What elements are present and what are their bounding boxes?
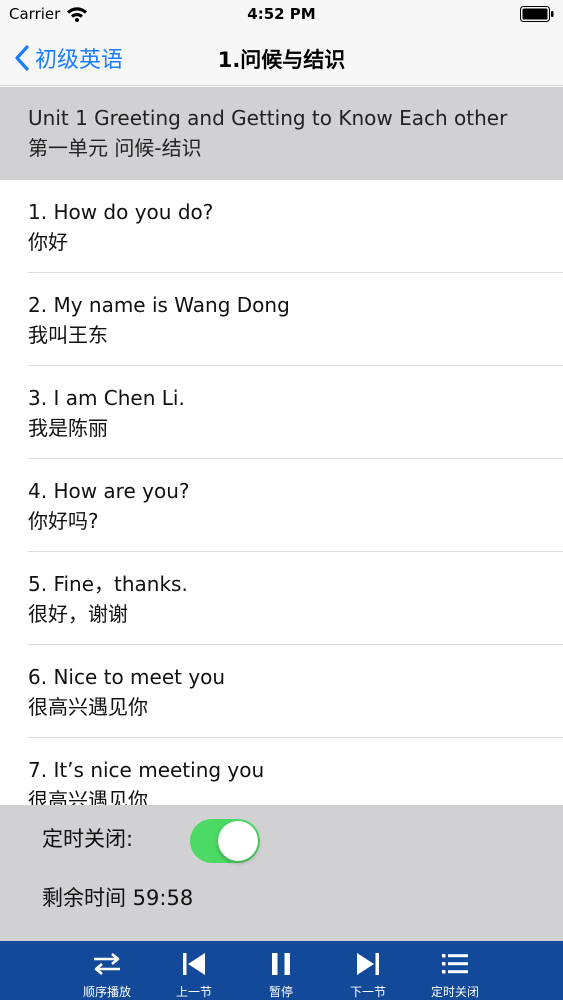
tab-label: 定时关闭 [430,985,479,999]
navigation-bar: 初级英语 1.问候与结识 [0,30,563,86]
tab-pause[interactable]: 暂停 [236,941,326,1000]
lesson-english: 1. How do you do? [28,200,214,224]
tab-label: 上一节 [175,985,212,999]
lesson-english: 6. Nice to meet you [28,665,226,689]
list-item[interactable]: 5. Fine，thanks. 很好，谢谢 [0,552,563,645]
lesson-chinese: 我是陈丽 [28,416,108,440]
lesson-english: 4. How are you? [28,479,190,503]
remaining-time: 剩余时间 59:58 [42,886,194,910]
pause-icon [272,953,290,975]
lesson-english: 3. I am Chen Li. [28,386,185,410]
list-item[interactable]: 4. How are you? 你好吗? [0,459,563,552]
lesson-chinese: 很高兴遇见你 [28,788,148,805]
tab-play-order[interactable]: 顺序播放 [62,941,152,1000]
unit-title-chinese: 第一单元 问候-结识 [28,136,202,160]
list-item[interactable]: 1. How do you do? 你好 [0,180,563,273]
list-timer-icon [442,954,468,974]
next-track-icon [357,953,379,975]
shuffle-order-icon [94,953,120,975]
tab-timer-off[interactable]: 定时关闭 [410,941,500,1000]
lesson-chinese: 很高兴遇见你 [28,695,148,719]
timer-toggle[interactable] [190,819,260,863]
tab-label: 顺序播放 [82,985,131,999]
tab-next[interactable]: 下一节 [323,941,413,1000]
timer-panel: 定时关闭: 剩余时间 59:58 [0,805,563,941]
lesson-english: 7. It’s nice meeting you [28,758,265,782]
status-time: 4:52 PM [247,5,316,23]
toggle-knob [218,821,258,861]
player-tab-bar: 顺序播放 上一节 暂停 下一节 定时关闭 [0,941,563,1000]
status-bar: Carrier 4:52 PM [0,0,563,30]
unit-title-english: Unit 1 Greeting and Getting to Know Each… [28,106,508,130]
previous-track-icon [183,953,205,975]
list-item[interactable]: 2. My name is Wang Dong 我叫王东 [0,273,563,366]
tab-previous[interactable]: 上一节 [149,941,239,1000]
battery-icon [520,6,554,22]
unit-header: Unit 1 Greeting and Getting to Know Each… [0,87,563,180]
list-item[interactable]: 6. Nice to meet you 很高兴遇见你 [0,645,563,738]
lesson-chinese: 你好吗? [28,509,99,533]
lesson-english: 5. Fine，thanks. [28,572,188,596]
timer-label: 定时关闭: [42,827,134,851]
page-title: 1.问候与结识 [217,48,346,72]
lesson-chinese: 你好 [28,230,68,254]
list-item[interactable]: 3. I am Chen Li. 我是陈丽 [0,366,563,459]
lesson-chinese: 很好，谢谢 [28,602,128,626]
lesson-list[interactable]: 1. How do you do? 你好 2. My name is Wang … [0,180,563,805]
tab-label: 暂停 [268,985,293,999]
lesson-chinese: 我叫王东 [28,323,108,347]
lesson-english: 2. My name is Wang Dong [28,293,290,317]
tab-label: 下一节 [349,985,386,999]
list-item[interactable]: 7. It’s nice meeting you 很高兴遇见你 [0,738,563,805]
